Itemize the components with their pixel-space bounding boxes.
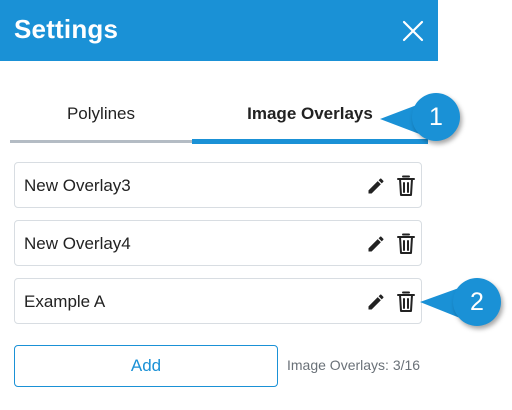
tab-bar: Polylines Image Overlays — [10, 88, 428, 144]
overlay-name: New Overlay4 — [24, 234, 131, 253]
callout-2-badge: 2 — [453, 278, 501, 326]
add-overlay-button[interactable]: Add — [14, 345, 278, 387]
add-button-label: Add — [130, 356, 162, 375]
tab-polylines[interactable]: Polylines — [10, 88, 192, 140]
panel-title: Settings — [14, 14, 119, 44]
close-icon[interactable] — [398, 16, 428, 46]
callout-2-number: 2 — [470, 287, 484, 316]
overlay-name: New Overlay3 — [24, 176, 131, 195]
trash-icon[interactable] — [396, 233, 416, 255]
callout-1-badge: 1 — [412, 93, 460, 141]
callout-1-number: 1 — [429, 102, 443, 131]
trash-icon[interactable] — [396, 175, 416, 197]
list-item[interactable]: New Overlay4 — [14, 220, 422, 266]
settings-header: Settings — [0, 0, 438, 61]
list-item[interactable]: New Overlay3 — [14, 162, 422, 208]
settings-panel: Settings Polylines Image Overlays 1 New … — [0, 0, 512, 410]
tab-polylines-label: Polylines — [66, 104, 136, 123]
pencil-icon[interactable] — [366, 292, 386, 312]
tab-image-overlays-label: Image Overlays — [247, 104, 373, 123]
overlay-name: Example A — [24, 292, 106, 311]
trash-icon[interactable] — [396, 291, 416, 313]
pencil-icon[interactable] — [366, 234, 386, 254]
overlay-count-text: Image Overlays: 3/16 — [287, 357, 421, 373]
tab-underline-inactive — [10, 140, 192, 143]
pencil-icon[interactable] — [366, 176, 386, 196]
list-item[interactable]: Example A — [14, 278, 422, 324]
